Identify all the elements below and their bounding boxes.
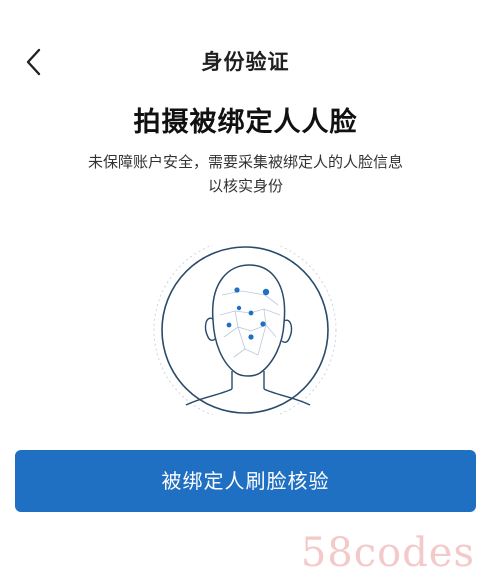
face-point bbox=[226, 322, 232, 328]
description: 未保障账户安全，需要采集被绑定人的人脸信息 以核实身份 bbox=[60, 150, 431, 198]
face-point bbox=[248, 334, 254, 340]
face-point bbox=[262, 288, 270, 296]
face-scan-illustration bbox=[150, 238, 340, 422]
face-point bbox=[234, 287, 240, 293]
header-bar: 身份验证 bbox=[0, 38, 491, 86]
description-line-2: 以核实身份 bbox=[207, 177, 283, 195]
face-scan-icon bbox=[153, 238, 337, 422]
page-title: 身份验证 bbox=[201, 50, 290, 74]
face-verify-button[interactable]: 被绑定人刷脸核验 bbox=[15, 450, 476, 512]
watermark: 58codes bbox=[300, 530, 475, 576]
main-heading: 拍摄被绑定人人脸 bbox=[133, 107, 358, 138]
face-point bbox=[248, 310, 254, 316]
description-line-1: 未保障账户安全，需要采集被绑定人的人脸信息 bbox=[87, 153, 403, 171]
face-point bbox=[236, 305, 242, 311]
face-point bbox=[260, 321, 266, 327]
